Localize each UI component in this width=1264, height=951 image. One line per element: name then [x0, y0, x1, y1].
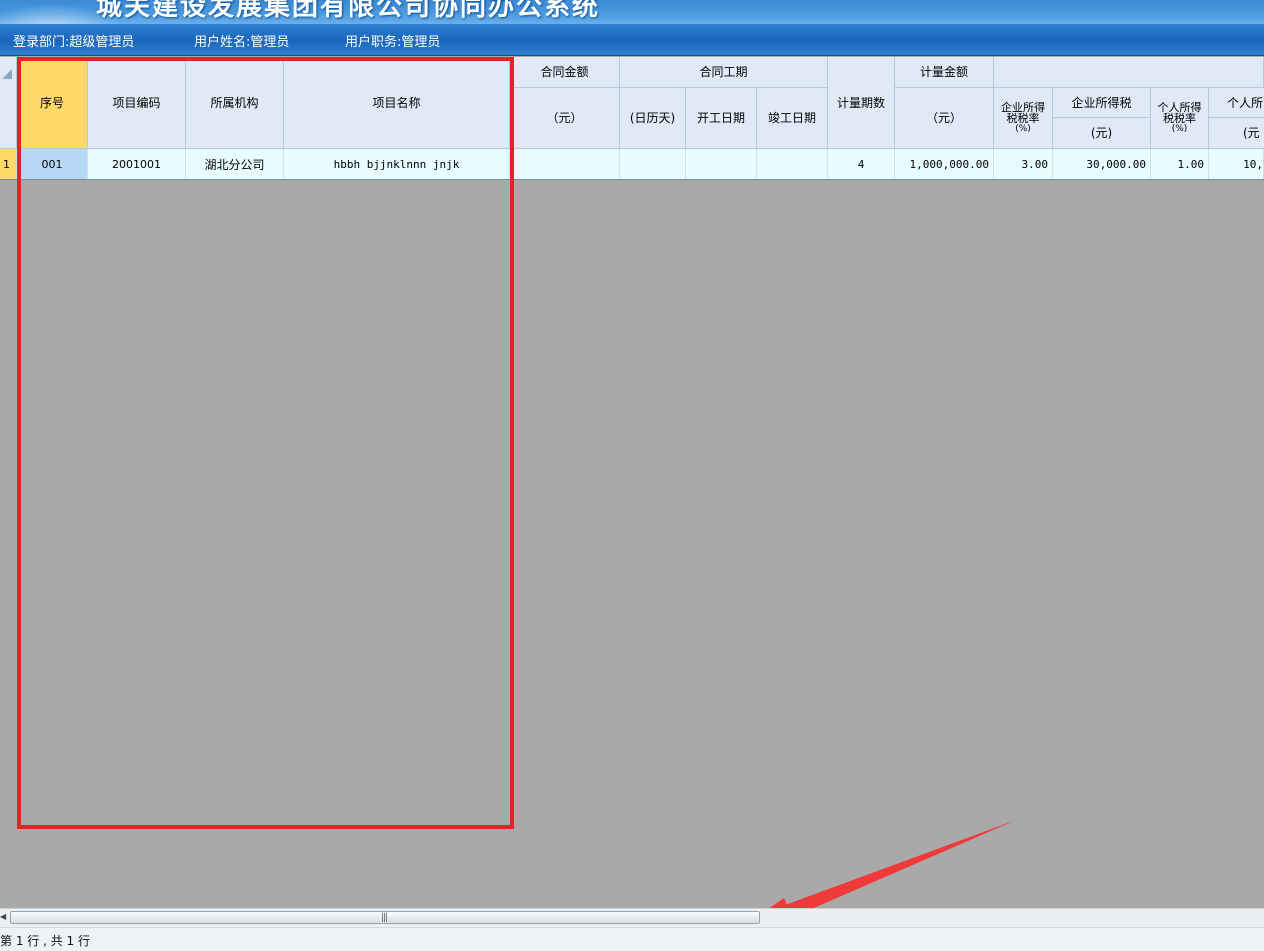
scroll-left-arrow-icon[interactable]: ◀ — [0, 912, 6, 921]
status-text: 第 1 行 , 共 1 行 — [0, 934, 90, 948]
annotation-arrow-icon — [758, 820, 1016, 921]
horizontal-scrollbar[interactable]: ◀ ||| — [0, 908, 1264, 927]
grip-icon: ||| — [381, 913, 388, 923]
status-bar: 第 1 行 , 共 1 行 — [0, 927, 1264, 951]
scrollbar-thumb[interactable]: ||| — [10, 911, 760, 924]
